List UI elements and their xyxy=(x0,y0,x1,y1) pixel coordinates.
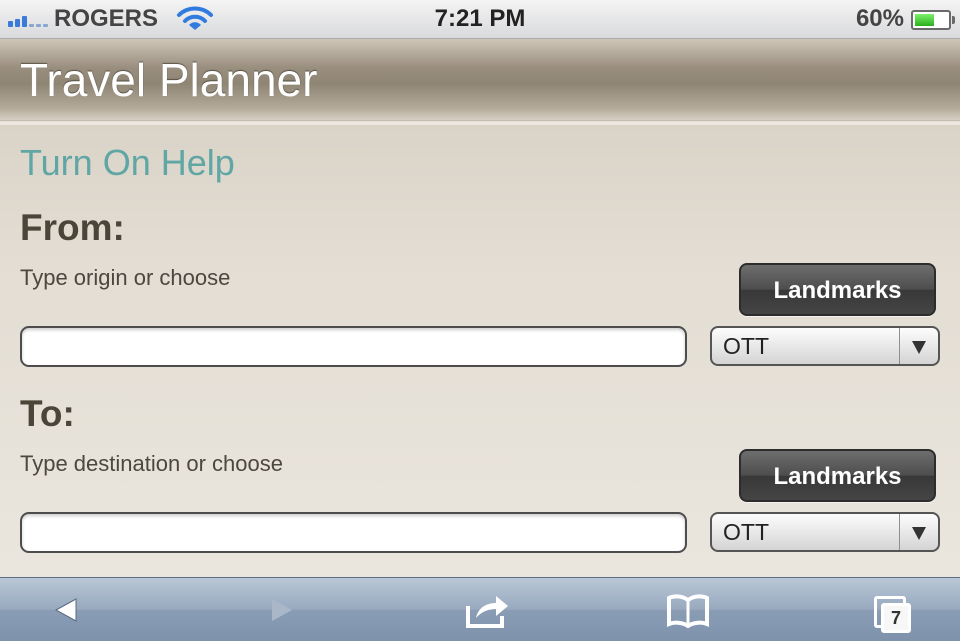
from-label: From: xyxy=(20,207,125,248)
clock: 7:21 PM xyxy=(434,5,526,32)
destination-input[interactable] xyxy=(20,512,687,553)
destination-select[interactable]: OTT xyxy=(710,512,940,552)
bookmarks-icon[interactable] xyxy=(665,588,711,632)
origin-input[interactable] xyxy=(20,326,687,367)
share-icon[interactable] xyxy=(464,588,510,632)
back-arrow-icon[interactable] xyxy=(44,588,90,632)
to-hint: Type destination or choose xyxy=(20,451,283,476)
tabs-count: 7 xyxy=(881,603,911,633)
from-landmarks-button[interactable]: Landmarks xyxy=(739,263,936,316)
battery-percent: 60% xyxy=(855,5,904,32)
origin-select[interactable]: OTT xyxy=(710,326,940,366)
chevron-down-icon xyxy=(912,341,926,354)
to-landmarks-button[interactable]: Landmarks xyxy=(739,449,936,502)
to-label: To: xyxy=(20,393,75,434)
page-title: Travel Planner xyxy=(20,54,318,106)
from-hint: Type origin or choose xyxy=(20,265,231,290)
forward-arrow-icon[interactable] xyxy=(258,588,304,632)
tabs-icon[interactable]: 7 xyxy=(870,588,916,633)
app-header: Travel Planner xyxy=(0,39,960,121)
trip-form: Turn On Help From: Type origin or choose… xyxy=(0,122,960,580)
destination-select-value: OTT xyxy=(723,519,769,545)
chevron-down-icon xyxy=(912,527,926,540)
turn-on-help-link[interactable]: Turn On Help xyxy=(20,142,235,184)
origin-select-value: OTT xyxy=(723,333,769,359)
battery-icon xyxy=(911,10,955,30)
browser-toolbar: 7 xyxy=(0,577,960,641)
status-bar: ROGERS 7:21 PM 60% xyxy=(0,0,960,39)
